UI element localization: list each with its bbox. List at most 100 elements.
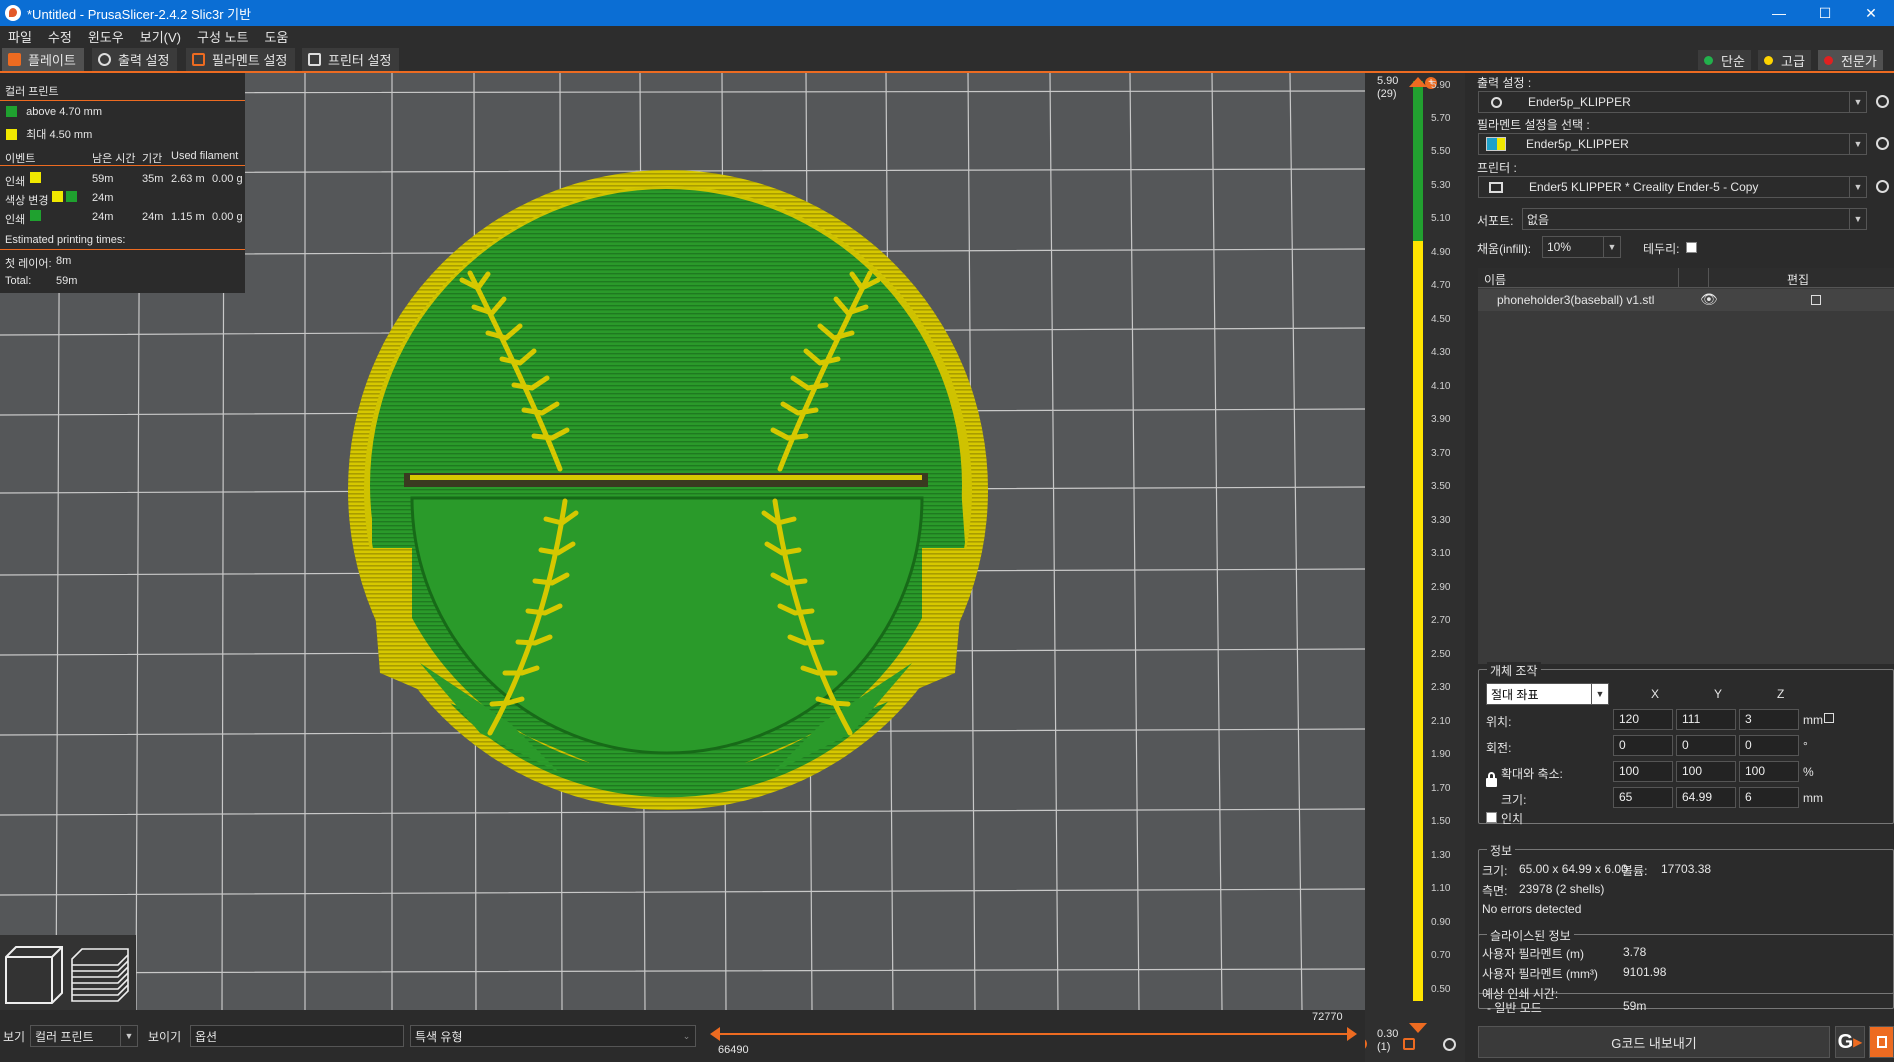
brim-checkbox[interactable] xyxy=(1686,242,1697,253)
coordinates-select[interactable]: 절대 좌표 ▼ xyxy=(1486,683,1609,705)
moves-slider-track[interactable] xyxy=(716,1033,1352,1035)
printer-icon xyxy=(1489,181,1503,193)
green-swatch xyxy=(6,106,17,117)
rotation-y-input[interactable]: 0 xyxy=(1676,735,1736,756)
tick-label: 3.30 xyxy=(1431,515,1451,526)
lock-icon[interactable] xyxy=(1403,1038,1415,1050)
tab-print-settings[interactable]: 출력 설정 xyxy=(92,48,178,71)
filament-color-icon xyxy=(1486,137,1506,151)
menu-configuration[interactable]: 구성 노트 xyxy=(189,27,256,46)
gcode-preview-icon[interactable]: G ▶ xyxy=(1835,1026,1865,1058)
event-color-swatch xyxy=(30,210,41,221)
list-item[interactable]: phoneholder3(baseball) v1.stl 👁 xyxy=(1478,289,1894,311)
layer-slider[interactable]: 5.90 (29) + 0.30 (1) 5.90 5.70 5.50 5.30… xyxy=(1355,73,1465,1062)
tick-label: 5.30 xyxy=(1431,180,1451,191)
menu-file[interactable]: 파일 xyxy=(0,27,40,46)
mode-advanced[interactable]: 고급 xyxy=(1758,50,1811,70)
scale-x-input[interactable]: 100 xyxy=(1613,761,1673,782)
position-z-input[interactable]: 3 xyxy=(1739,709,1799,730)
eye-icon[interactable]: 👁 xyxy=(1700,291,1718,308)
view-type-select[interactable]: 컬러 프린트 ▼ xyxy=(30,1025,138,1047)
edit-icon[interactable] xyxy=(1811,295,1821,305)
position-label: 위치: xyxy=(1486,715,1512,729)
inch-checkbox[interactable] xyxy=(1486,812,1497,823)
filament-preset-select[interactable]: Ender5p_KLIPPER ▼ xyxy=(1478,133,1867,155)
sidebar: 출력 설정 : Ender5p_KLIPPER ▼ 필라멘트 설정을 선택 : E… xyxy=(1465,73,1894,1062)
tick-label: 0.70 xyxy=(1431,950,1451,961)
brim-label: 테두리: xyxy=(1643,242,1680,256)
send-to-printer-icon[interactable] xyxy=(1869,1026,1894,1058)
position-x-input[interactable]: 120 xyxy=(1613,709,1673,730)
show-options-select[interactable]: 옵션 xyxy=(190,1025,404,1047)
filament-mm3-label: 사용자 필라멘트 (mm³) xyxy=(1482,967,1598,981)
tab-filament-settings[interactable]: 필라멘트 설정 xyxy=(186,48,296,71)
tab-plater[interactable]: 플레이트 xyxy=(2,48,84,71)
tab-printer-settings[interactable]: 프린터 설정 xyxy=(302,48,400,71)
app-icon xyxy=(5,5,21,21)
normal-mode-label: - 일반 모드 xyxy=(1487,1001,1542,1015)
size-z-input[interactable]: 6 xyxy=(1739,787,1799,808)
minimize-button[interactable]: — xyxy=(1756,0,1802,26)
print-preset-select[interactable]: Ender5p_KLIPPER ▼ xyxy=(1478,91,1867,113)
menu-window[interactable]: 윈도우 xyxy=(80,27,132,46)
mode-advanced-dot xyxy=(1764,55,1773,65)
printer-icon xyxy=(308,53,321,66)
view-icons xyxy=(5,946,129,1004)
first-layer-label: 첫 레이어: xyxy=(5,258,52,270)
event-color-swatch xyxy=(52,191,63,202)
export-gcode-button[interactable]: G코드 내보내기 xyxy=(1478,1026,1830,1058)
moves-end-thumb[interactable] xyxy=(1347,1027,1357,1041)
scale-y-input[interactable]: 100 xyxy=(1676,761,1736,782)
close-button[interactable]: ✕ xyxy=(1848,0,1894,26)
info-facets-label: 측면: xyxy=(1482,884,1508,898)
axis-y: Y xyxy=(1714,687,1723,701)
size-x-input[interactable]: 65 xyxy=(1613,787,1673,808)
sliced-info-title: 슬라이스된 정보 xyxy=(1487,927,1574,944)
mode-simple[interactable]: 단순 xyxy=(1698,50,1751,70)
menu-view[interactable]: 보기(V) xyxy=(132,27,189,46)
scale-z-input[interactable]: 100 xyxy=(1739,761,1799,782)
menu-edit[interactable]: 수정 xyxy=(40,27,80,46)
estimated-times-label: Estimated printing times: xyxy=(5,234,126,246)
position-y-input[interactable]: 111 xyxy=(1676,709,1736,730)
view-toggle xyxy=(0,935,136,1010)
drop-to-bed-icon[interactable] xyxy=(1824,713,1834,723)
bottom-thumb[interactable] xyxy=(1409,1023,1427,1033)
infill-select[interactable]: 10% ▼ xyxy=(1542,236,1621,258)
infill-label: 채움(infill): xyxy=(1477,242,1532,256)
print-settings-gear-icon[interactable] xyxy=(1876,95,1889,108)
lock-icon[interactable] xyxy=(1486,772,1497,787)
size-y-input[interactable]: 64.99 xyxy=(1676,787,1736,808)
feature-type-select[interactable]: 특색 유형 ⌄ xyxy=(410,1025,696,1047)
yellow-swatch xyxy=(6,129,17,140)
moves-start-thumb[interactable] xyxy=(710,1027,720,1041)
column-name: 이름 xyxy=(1484,273,1507,287)
event-color-swatch xyxy=(66,191,77,202)
first-layer-time: 8m xyxy=(56,255,72,267)
menu-help[interactable]: 도움 xyxy=(256,27,296,46)
inch-label: 인치 xyxy=(1501,812,1524,826)
object-name: phoneholder3(baseball) v1.stl xyxy=(1497,293,1655,307)
object-list[interactable]: 이름 편집 phoneholder3(baseball) v1.stl 👁 xyxy=(1478,268,1894,664)
event-print: 인쇄 xyxy=(5,176,26,188)
event-weight: 0.00 g xyxy=(212,173,243,185)
size-unit: mm xyxy=(1803,791,1823,805)
print-settings-label: 출력 설정 : xyxy=(1477,76,1532,90)
tick-label: 5.90 xyxy=(1431,80,1451,91)
legend-item: 최대 4.50 mm xyxy=(6,126,92,142)
event-duration: 24m xyxy=(142,211,164,223)
maximize-button[interactable]: ☐ xyxy=(1802,0,1848,26)
rotation-x-input[interactable]: 0 xyxy=(1613,735,1673,756)
printer-settings-gear-icon[interactable] xyxy=(1876,180,1889,193)
event-length: 2.63 m xyxy=(171,173,205,185)
filament-settings-gear-icon[interactable] xyxy=(1876,137,1889,150)
printer-preset-select[interactable]: Ender5 KLIPPER * Creality Ender-5 - Copy… xyxy=(1478,176,1867,198)
tick-label: 4.30 xyxy=(1431,347,1451,358)
color-print-legend: 컬러 프린트 above 4.70 mm 최대 4.50 mm 이벤트 남은 시… xyxy=(0,73,245,293)
sliced-model xyxy=(348,170,988,810)
mode-expert[interactable]: 전문가 xyxy=(1818,50,1883,70)
rotation-z-input[interactable]: 0 xyxy=(1739,735,1799,756)
preview-bottom-bar: 보기 컬러 프린트 ▼ 보이기 옵션 특색 유형 ⌄ 72770 66490 xyxy=(0,1010,1365,1062)
support-select[interactable]: 없음 ▼ xyxy=(1522,208,1867,230)
tick-label: 5.50 xyxy=(1431,146,1451,157)
